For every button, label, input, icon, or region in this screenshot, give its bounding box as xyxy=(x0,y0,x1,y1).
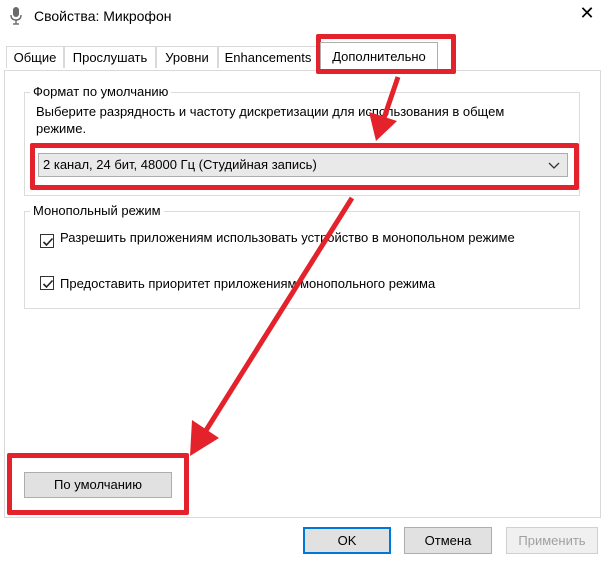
checkmark-icon xyxy=(42,279,54,289)
tab-strip: Общие Прослушать Уровни Enhancements Доп… xyxy=(0,40,605,72)
tab-general[interactable]: Общие xyxy=(6,46,64,68)
title-bar: Свойства: Микрофон ✕ xyxy=(0,0,605,32)
exclusive-priority-label[interactable]: Предоставить приоритет приложениям моноп… xyxy=(60,276,530,292)
window-title: Свойства: Микрофон xyxy=(34,8,172,24)
allow-exclusive-label[interactable]: Разрешить приложениям использовать устро… xyxy=(60,230,530,246)
cancel-button[interactable]: Отмена xyxy=(404,527,492,554)
exclusive-mode-legend: Монопольный режим xyxy=(30,203,164,218)
tab-enhancements[interactable]: Enhancements xyxy=(218,46,318,68)
microphone-icon xyxy=(10,7,22,25)
highlight-restore-button xyxy=(7,453,189,515)
apply-button: Применить xyxy=(506,527,598,554)
tab-advanced[interactable]: Дополнительно xyxy=(320,42,438,69)
default-format-description: Выберите разрядность и частоту дискретиз… xyxy=(36,104,505,136)
exclusive-priority-checkbox[interactable] xyxy=(40,276,54,290)
tab-listen[interactable]: Прослушать xyxy=(64,46,156,68)
highlight-format-select xyxy=(30,143,579,190)
exclusive-mode-group xyxy=(24,211,580,309)
ok-button[interactable]: OK xyxy=(303,527,391,554)
default-format-legend: Формат по умолчанию xyxy=(30,84,172,99)
allow-exclusive-checkbox[interactable] xyxy=(40,234,54,248)
checkmark-icon xyxy=(42,237,54,247)
tab-levels[interactable]: Уровни xyxy=(156,46,218,68)
close-icon[interactable]: ✕ xyxy=(576,2,598,24)
